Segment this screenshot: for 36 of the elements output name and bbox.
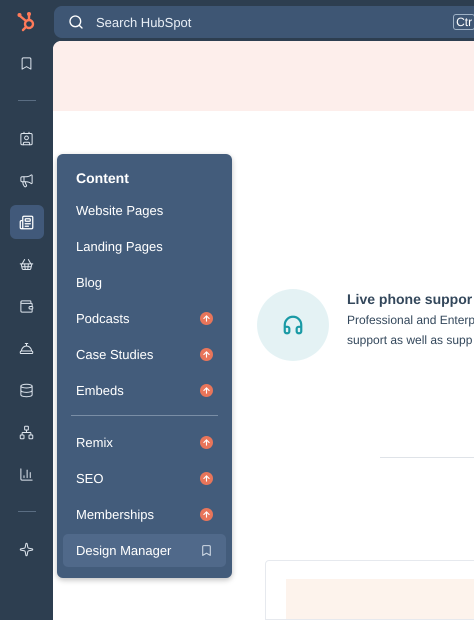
database-icon (19, 382, 34, 398)
menu-item[interactable]: Memberships (63, 498, 226, 531)
search-icon (68, 14, 84, 30)
bookmark-icon[interactable] (200, 544, 213, 557)
document-icon (19, 214, 34, 230)
menu-item[interactable]: Blog (63, 266, 226, 299)
menu-item[interactable]: Remix (63, 426, 226, 459)
menu-item[interactable]: Case Studies (63, 338, 226, 371)
upgrade-icon (200, 312, 213, 325)
menu-item[interactable]: Embeds (63, 374, 226, 407)
sparkle-icon (19, 542, 34, 556)
upgrade-icon (200, 384, 213, 397)
contact-book-icon (19, 130, 34, 146)
network-icon (19, 424, 34, 440)
feature-title: Live phone suppor (347, 291, 474, 308)
menu-item[interactable]: SEO (63, 462, 226, 495)
bookmark-icon (19, 56, 34, 70)
upgrade-icon (200, 508, 213, 521)
menu-item[interactable]: Podcasts (63, 302, 226, 335)
upgrade-icon (200, 348, 213, 361)
upgrade-icon (200, 472, 213, 485)
bar-chart-icon (19, 466, 34, 482)
menu-title: Content (75, 169, 130, 188)
wallet-icon (19, 298, 34, 314)
megaphone-icon (19, 172, 34, 188)
menu-item[interactable]: Website Pages (63, 194, 226, 227)
basket-icon (19, 256, 34, 272)
upgrade-icon (200, 436, 213, 449)
search-input[interactable]: Search HubSpot (94, 14, 444, 30)
document-button[interactable] (10, 205, 44, 239)
menu-item[interactable]: Landing Pages (63, 230, 226, 263)
menu-item[interactable]: Design Manager (63, 534, 226, 567)
shortcut-key: Ctr (453, 14, 474, 30)
bell-icon (19, 340, 34, 356)
search-field[interactable]: Search HubSpot Ctr (54, 6, 474, 38)
feature-description: support as well as supp (347, 333, 474, 348)
